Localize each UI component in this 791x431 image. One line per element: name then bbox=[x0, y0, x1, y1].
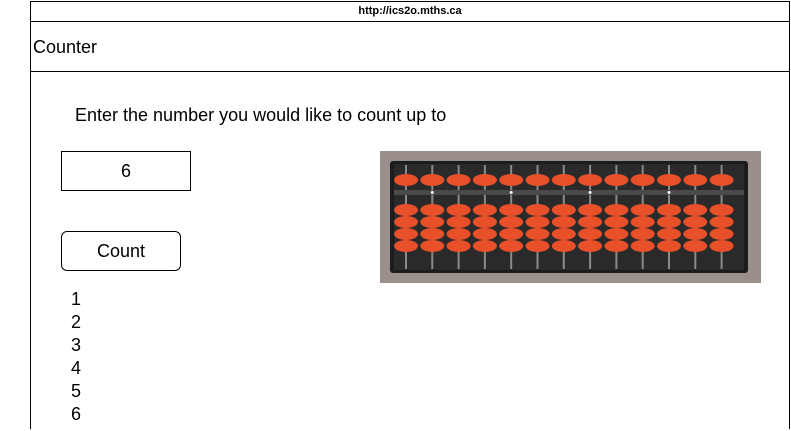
instruction-label: Enter the number you would like to count… bbox=[75, 105, 447, 125]
abacus-bead bbox=[499, 240, 524, 252]
count-results-list: 1 2 3 4 5 6 bbox=[71, 288, 81, 426]
abacus-bead bbox=[472, 240, 497, 252]
abacus-bead bbox=[709, 228, 734, 240]
abacus-marker-dot bbox=[509, 191, 513, 194]
abacus-bead bbox=[683, 228, 708, 240]
abacus-bead bbox=[420, 174, 445, 186]
abacus-bead bbox=[446, 240, 471, 252]
abacus-bead bbox=[604, 174, 629, 186]
abacus-bead bbox=[525, 240, 550, 252]
abacus-bead bbox=[630, 228, 655, 240]
abacus-bead bbox=[578, 216, 603, 228]
abacus-image bbox=[380, 151, 761, 283]
abacus-bead bbox=[472, 228, 497, 240]
abacus-bead bbox=[683, 204, 708, 216]
result-item: 6 bbox=[71, 404, 82, 424]
page-title: Counter bbox=[33, 37, 98, 57]
abacus-divider bbox=[394, 190, 744, 195]
abacus-bead bbox=[578, 204, 603, 216]
abacus-bead bbox=[420, 228, 445, 240]
abacus-bead bbox=[446, 228, 471, 240]
result-item: 2 bbox=[71, 312, 82, 332]
abacus-bead bbox=[630, 174, 655, 186]
abacus-bead bbox=[394, 216, 418, 228]
abacus-bead bbox=[551, 216, 576, 228]
abacus-bead bbox=[446, 216, 471, 228]
count-button[interactable]: Count bbox=[61, 231, 181, 271]
abacus-bead bbox=[499, 174, 524, 186]
abacus-bead bbox=[604, 240, 629, 252]
abacus-bead bbox=[578, 174, 603, 186]
abacus-bead bbox=[394, 204, 418, 216]
abacus-bead bbox=[499, 228, 524, 240]
abacus-marker-dot bbox=[667, 191, 671, 194]
abacus-bead bbox=[683, 174, 708, 186]
abacus-bead bbox=[499, 204, 524, 216]
result-item: 3 bbox=[71, 335, 82, 355]
abacus-marker-dot bbox=[588, 191, 592, 194]
abacus-bead bbox=[657, 228, 681, 240]
abacus-bead bbox=[604, 216, 629, 228]
abacus-bead bbox=[472, 216, 497, 228]
abacus-bead bbox=[604, 204, 629, 216]
abacus-bead bbox=[394, 174, 418, 186]
result-item: 4 bbox=[71, 358, 82, 378]
number-input[interactable] bbox=[61, 151, 191, 191]
abacus-bead bbox=[420, 204, 445, 216]
abacus-bead bbox=[472, 204, 497, 216]
abacus-bead bbox=[709, 174, 734, 186]
abacus-bead bbox=[657, 204, 681, 216]
url-text: http://ics2o.mths.ca bbox=[358, 5, 462, 17]
abacus-bead bbox=[709, 216, 734, 228]
page-frame: http://ics2o.mths.ca Counter Enter the n… bbox=[30, 1, 790, 429]
abacus-bead bbox=[420, 240, 445, 252]
url-bar: http://ics2o.mths.ca bbox=[31, 2, 789, 22]
abacus-bead bbox=[525, 228, 550, 240]
abacus-bead bbox=[394, 240, 418, 252]
abacus-bead bbox=[472, 174, 497, 186]
abacus-bead bbox=[604, 228, 629, 240]
abacus-bead bbox=[446, 204, 471, 216]
abacus-bead bbox=[657, 240, 681, 252]
result-item: 1 bbox=[71, 289, 82, 309]
abacus-marker-dot bbox=[430, 191, 434, 194]
abacus-bead bbox=[578, 228, 603, 240]
abacus-bead bbox=[551, 228, 576, 240]
abacus-bead bbox=[709, 204, 734, 216]
abacus-bead bbox=[683, 240, 708, 252]
abacus-bead bbox=[525, 216, 550, 228]
abacus-bead bbox=[709, 240, 734, 252]
abacus-bead bbox=[578, 240, 603, 252]
abacus-bead bbox=[525, 204, 550, 216]
abacus-bead bbox=[630, 216, 655, 228]
abacus-bead bbox=[657, 216, 681, 228]
abacus-bead bbox=[551, 174, 576, 186]
abacus-bead bbox=[499, 216, 524, 228]
abacus-bead bbox=[551, 204, 576, 216]
result-item: 5 bbox=[71, 381, 82, 401]
abacus-bead bbox=[657, 174, 681, 186]
abacus-bead bbox=[551, 240, 576, 252]
abacus-bead bbox=[683, 216, 708, 228]
abacus-bead bbox=[630, 240, 655, 252]
app-header: Counter bbox=[31, 22, 789, 72]
abacus-bead bbox=[394, 228, 418, 240]
abacus-bead bbox=[446, 174, 471, 186]
abacus-bead bbox=[630, 204, 655, 216]
abacus-bead bbox=[420, 216, 445, 228]
abacus-bead bbox=[525, 174, 550, 186]
